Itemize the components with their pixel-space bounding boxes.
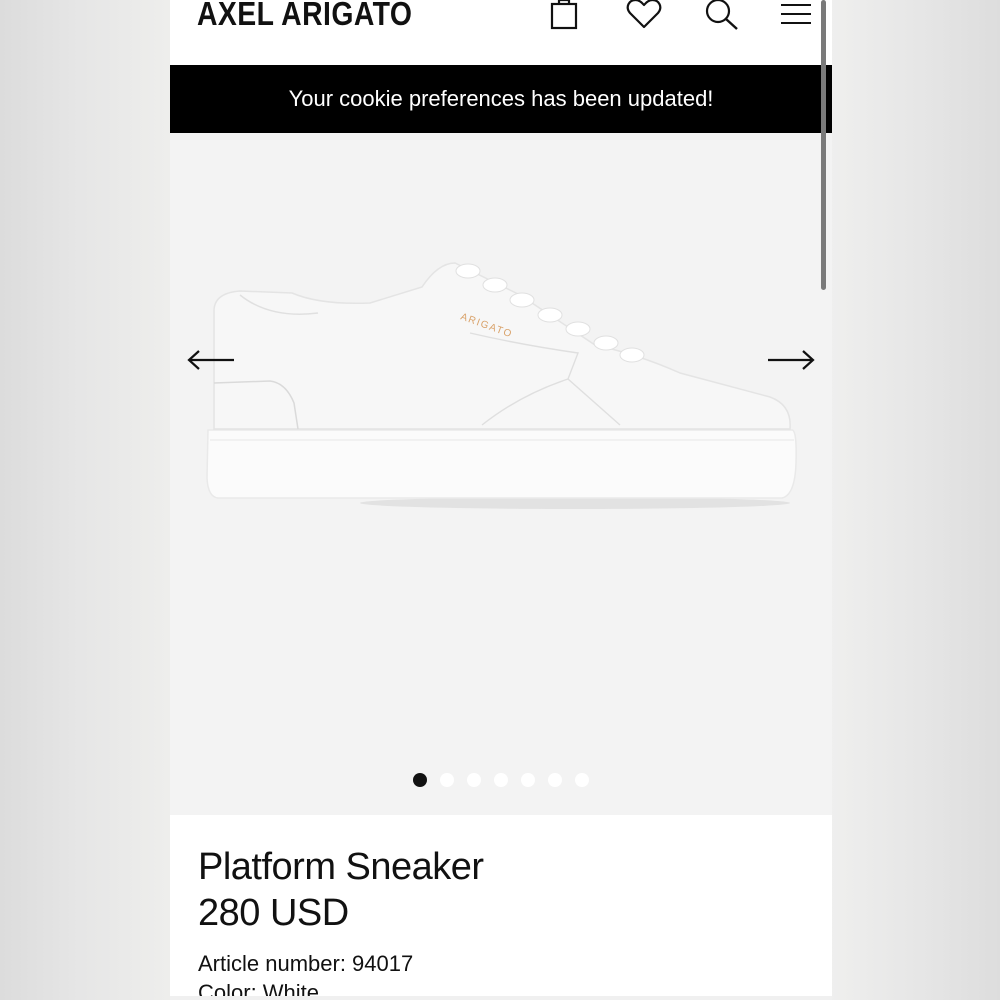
previous-image-button[interactable]	[186, 345, 238, 375]
heart-icon[interactable]	[624, 0, 664, 34]
search-icon[interactable]	[702, 0, 742, 34]
product-details: Platform Sneaker 280 USD Article number:…	[170, 815, 832, 1000]
menu-icon[interactable]	[776, 0, 816, 34]
next-image-button[interactable]	[764, 345, 816, 375]
carousel-dot[interactable]	[548, 773, 562, 787]
bag-icon[interactable]	[544, 0, 584, 34]
carousel-pagination	[413, 773, 589, 787]
carousel-dot[interactable]	[521, 773, 535, 787]
bottom-edge	[170, 996, 832, 1000]
carousel-dot[interactable]	[413, 773, 427, 787]
product-name: Platform Sneaker	[198, 846, 484, 888]
arrow-left-icon	[187, 350, 234, 370]
carousel-dot[interactable]	[494, 773, 508, 787]
product-image: ARIGATO	[206, 262, 797, 509]
scrollbar[interactable]	[821, 0, 826, 290]
cookie-notification-banner: Your cookie preferences has been updated…	[170, 65, 832, 133]
carousel-dot[interactable]	[467, 773, 481, 787]
arrow-right-icon	[768, 350, 815, 370]
brand-logo[interactable]: AXEL ARIGATO	[197, 0, 412, 36]
carousel-dot[interactable]	[575, 773, 589, 787]
product-price: 280 USD	[198, 892, 349, 934]
product-image-gallery[interactable]: ARIGATO	[170, 133, 832, 815]
carousel-dot[interactable]	[440, 773, 454, 787]
site-header: AXEL ARIGATO	[170, 0, 832, 65]
article-number: Article number: 94017	[198, 951, 414, 976]
mobile-viewport: AXEL ARIGATO Your cookie preferences has…	[170, 0, 832, 1000]
cookie-notification-text: Your cookie preferences has been updated…	[288, 86, 714, 111]
